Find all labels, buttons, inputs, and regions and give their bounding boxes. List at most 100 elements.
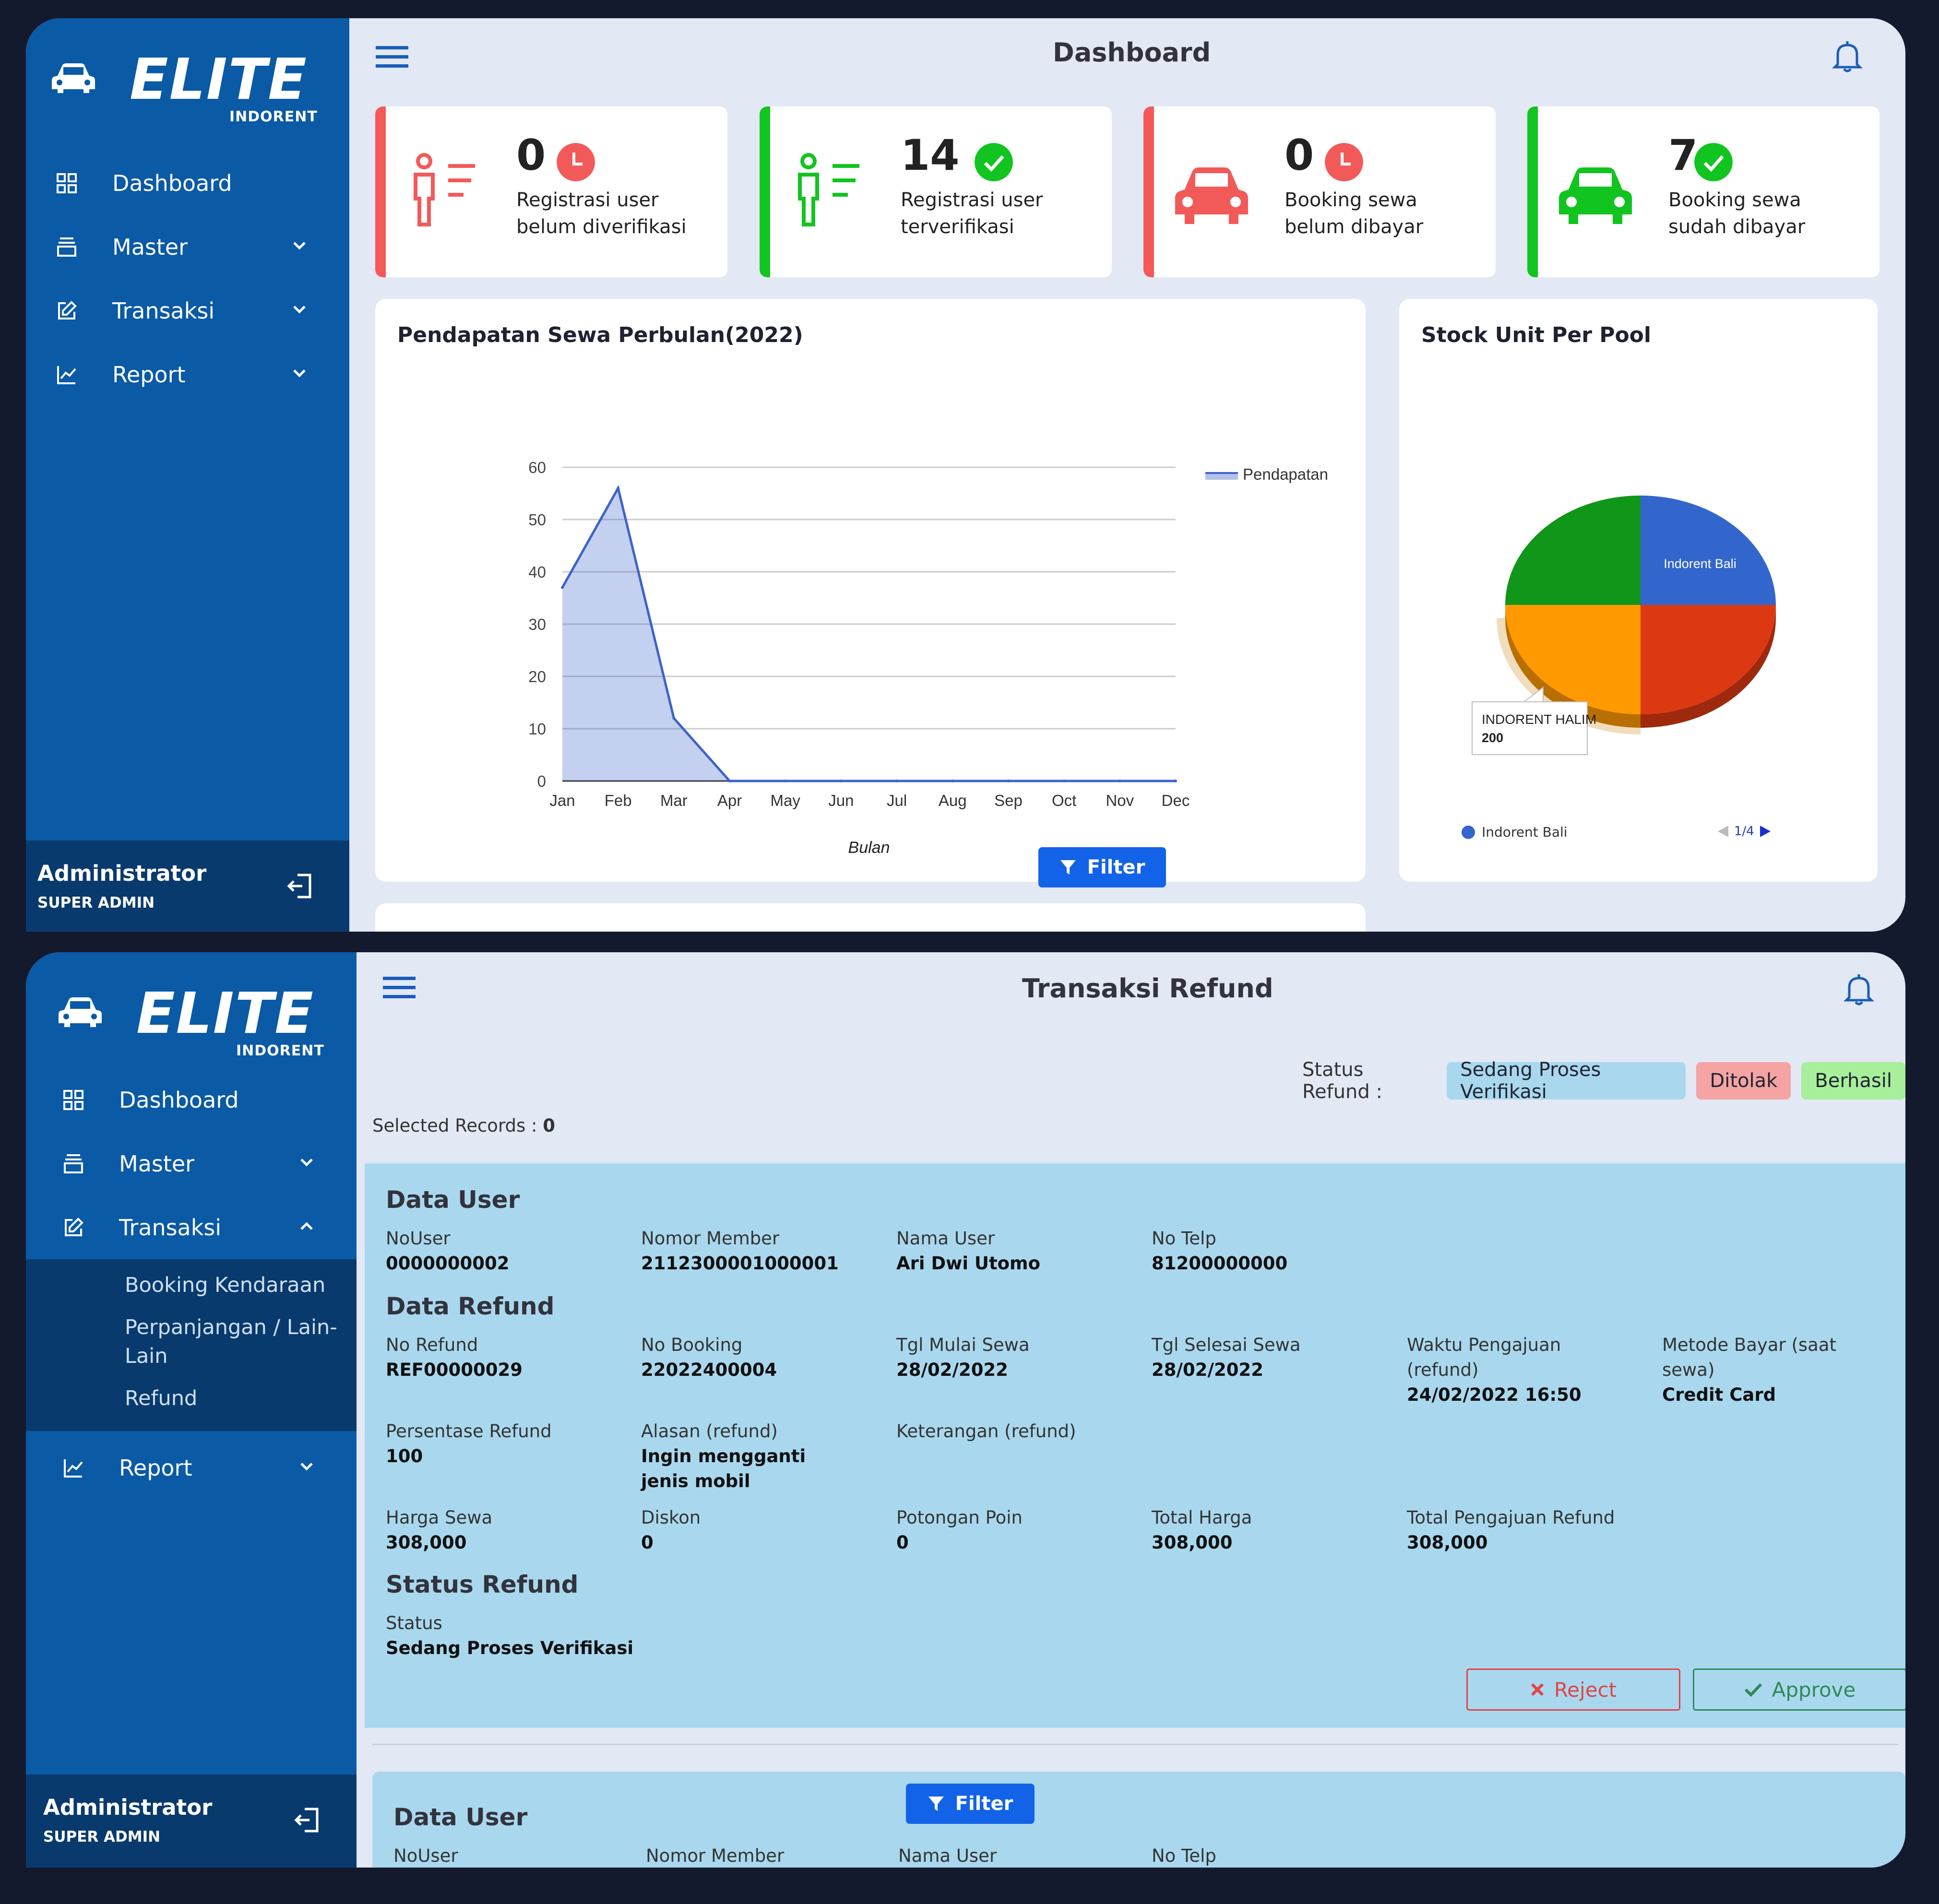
status-pill-processing[interactable]: Sedang Proses Verifikasi (1447, 1059, 1686, 1103)
stat-label: terverifikasi (901, 216, 1014, 238)
pager-text: 1/4 (1734, 824, 1754, 839)
brand-logo[interactable]: ELITE INDORENT (49, 41, 318, 125)
sidebar-item-label: Report (112, 361, 186, 388)
data-point (617, 486, 620, 490)
sidebar-item-report[interactable]: Report (26, 343, 349, 406)
pager-prev-icon[interactable] (1716, 825, 1729, 838)
sidebar-item-label: Dashboard (119, 1087, 239, 1113)
grid-icon (61, 1088, 85, 1112)
chevron-down-icon (293, 369, 306, 378)
submenu-item-perpanjangan[interactable]: Perpanjangan / Lain-Lain (26, 1306, 374, 1377)
field-value: 308,000 (386, 1532, 467, 1553)
x-tick-label: Apr (717, 792, 742, 809)
stat-label: Registrasi user (901, 189, 1043, 211)
sidebar-item-dashboard[interactable]: Dashboard (26, 1068, 357, 1132)
stat-label: Registrasi user (516, 189, 659, 211)
status-legend: Status Refund : Sedang Proses Verifikasi… (1302, 1059, 1905, 1103)
refund-screen: ELITE INDORENT Dashboard Master Transaks… (26, 952, 1905, 1868)
submenu-item-refund[interactable]: Refund (26, 1377, 374, 1419)
field-value: Ari Dwi Utomo (896, 1253, 1041, 1274)
user-name: Administrator (37, 861, 207, 886)
user-role: SUPER ADMIN (37, 894, 155, 911)
menu-toggle-icon[interactable] (383, 976, 416, 1000)
field-value: 0 (641, 1532, 654, 1553)
stat-value: 0 (516, 130, 546, 180)
bell-icon[interactable] (1831, 39, 1864, 74)
stat-card-paid-bookings[interactable]: 7 Booking sewa sudah dibayar (1527, 106, 1880, 277)
sidebar-item-report[interactable]: Report (26, 1436, 357, 1500)
filter-button[interactable]: Filter (1038, 847, 1166, 887)
field-label: Alasan (refund) (641, 1421, 778, 1442)
user-box: Administrator SUPER ADMIN (26, 1774, 357, 1868)
stat-card-unverified-users[interactable]: 0 Registrasi user belum diverifikasi (375, 106, 727, 277)
field-label: Diskon (641, 1507, 701, 1528)
pie-slice (1505, 605, 1641, 714)
stat-label: Booking sewa (1285, 189, 1417, 211)
divider (372, 1744, 1898, 1745)
x-tick-label: Jul (887, 792, 907, 809)
sidebar-item-label: Transaksi (119, 1214, 222, 1241)
brand-logo[interactable]: ELITE INDORENT (56, 975, 324, 1059)
x-tick-label: Jun (828, 792, 854, 809)
sidebar-item-label: Report (119, 1455, 192, 1481)
y-tick-label: 40 (528, 563, 546, 581)
logout-icon[interactable] (293, 1806, 321, 1834)
data-point (1174, 780, 1177, 782)
selected-records-label: Selected Records : (372, 1115, 537, 1136)
chart-icon (55, 363, 79, 387)
logout-icon[interactable] (286, 872, 314, 900)
status-pill-rejected[interactable]: Ditolak (1696, 1062, 1791, 1100)
section-title-data-refund: Data Refund (386, 1292, 555, 1320)
field-label: Tgl Mulai Sewa (896, 1335, 1030, 1355)
data-point (561, 586, 564, 589)
pie-slice (1641, 605, 1776, 714)
submenu-item-booking[interactable]: Booking Kendaraan (26, 1264, 374, 1306)
legend-pager[interactable]: 1/4 (1716, 824, 1772, 839)
x-axis-label: Bulan (848, 839, 890, 857)
sidebar-item-master[interactable]: Master (26, 215, 349, 279)
bell-icon[interactable] (1843, 972, 1875, 1007)
x-tick-label: Oct (1052, 792, 1076, 809)
refund-record[interactable]: Data User NoUser 0000000002 Nomor Member… (365, 1162, 1905, 1728)
legend-swatch (1462, 825, 1475, 839)
car-icon (1175, 167, 1248, 224)
field-label: No Booking (641, 1335, 743, 1355)
refund-record[interactable]: Data User NoUser Nomor Member Nama User … (372, 1772, 1905, 1868)
status-pill-success[interactable]: Berhasil (1801, 1062, 1905, 1100)
sidebar-item-transaksi[interactable]: Transaksi (26, 1195, 357, 1259)
field-value: 28/02/2022 (1152, 1360, 1263, 1380)
pager-next-icon[interactable] (1759, 825, 1772, 838)
stat-card-verified-users[interactable]: 14 Registrasi user terverifikasi (760, 106, 1112, 277)
pie-legend[interactable]: Indorent Bali (1462, 824, 1568, 840)
stat-label: Booking sewa (1668, 189, 1801, 211)
close-icon (1531, 1683, 1544, 1696)
filter-button-label: Filter (1087, 856, 1145, 878)
data-point (1007, 780, 1010, 782)
sidebar-item-master[interactable]: Master (26, 1132, 357, 1195)
revenue-line-chart: 0 10 20 30 40 50 60 Jan Feb Mar Apr May Jun Jul Aug Sep… (528, 459, 1328, 857)
menu-toggle-icon[interactable] (376, 45, 408, 69)
user-role: SUPER ADMIN (43, 1828, 161, 1845)
data-point (672, 717, 676, 720)
sidebar-item-dashboard[interactable]: Dashboard (26, 151, 349, 215)
sidebar-item-label: Transaksi (112, 297, 215, 324)
check-icon (1694, 143, 1733, 181)
approve-button-label: Approve (1772, 1678, 1856, 1702)
x-tick-label: Jan (549, 792, 575, 809)
sidebar-item-transaksi[interactable]: Transaksi (26, 279, 349, 343)
y-tick-label: 0 (537, 772, 546, 790)
page-title: Transaksi Refund (1022, 973, 1273, 1004)
stat-value: 0 (1285, 130, 1314, 180)
approve-button[interactable]: Approve (1693, 1668, 1905, 1711)
field-value: 308,000 (1152, 1532, 1233, 1553)
stat-card-unpaid-bookings[interactable]: 0 Booking sewa belum dibayar (1143, 106, 1496, 277)
sidebar-nav: Dashboard Master Transaksi Booking Kenda… (26, 1068, 357, 1500)
chevron-down-icon (293, 242, 306, 250)
sidebar-item-label: Master (112, 234, 188, 260)
user-box: Administrator SUPER ADMIN (26, 840, 349, 932)
brand-sub: INDORENT (236, 1042, 324, 1059)
chart-icon (61, 1456, 85, 1480)
filter-button[interactable]: Filter (906, 1784, 1035, 1824)
reject-button[interactable]: Reject (1466, 1668, 1680, 1711)
layers-icon (55, 235, 79, 259)
